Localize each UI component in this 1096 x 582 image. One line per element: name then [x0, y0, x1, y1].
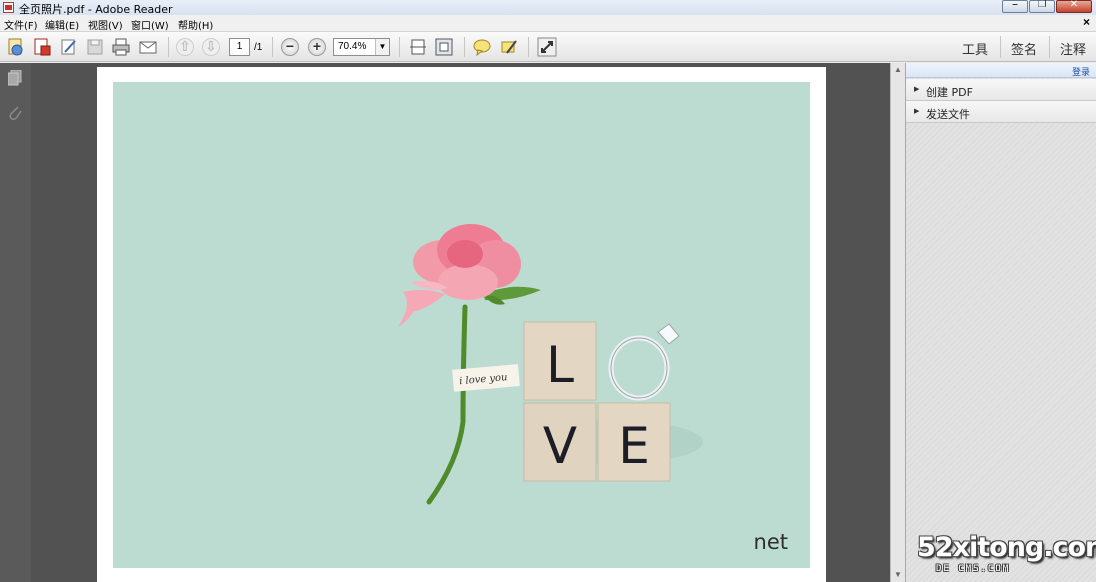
fit-width-button[interactable]	[408, 37, 428, 57]
plus-icon: +	[312, 38, 322, 54]
envelope-icon	[139, 41, 157, 54]
watermark-sub-text: DE CMS.COM	[936, 564, 1011, 574]
toolbar: ⇧ ⇩ 1 /1 − + 70.4% ▼ 工具 签名 注释	[0, 32, 1096, 62]
email-button[interactable]	[138, 37, 158, 57]
full-screen-button[interactable]	[537, 37, 557, 57]
print-button[interactable]	[111, 37, 131, 57]
tile-letter-l: L	[546, 336, 574, 394]
pdf-file-icon	[3, 2, 14, 13]
toolbar-separator	[528, 37, 529, 57]
minimize-button[interactable]: –	[1002, 0, 1028, 13]
sign-link[interactable]: 签名	[1011, 39, 1037, 58]
tile-letter-e: E	[618, 417, 650, 475]
document-viewport[interactable]: i love you L V E net	[31, 63, 890, 582]
edit-icon	[61, 39, 76, 55]
add-comment-button[interactable]	[472, 37, 492, 57]
close-window-button[interactable]: ✕	[1056, 0, 1092, 13]
close-icon: ✕	[1069, 0, 1079, 10]
comment-link[interactable]: 注释	[1060, 39, 1086, 58]
arrow-down-icon: ⇩	[205, 38, 217, 54]
love-photo-art: i love you L V E	[398, 224, 703, 505]
menu-file[interactable]: 文件(F)	[4, 17, 38, 32]
highlighter-icon	[501, 40, 517, 54]
open-file-button[interactable]	[6, 37, 26, 57]
page-number-input[interactable]: 1	[229, 38, 250, 56]
chevron-down-icon[interactable]: ▼	[375, 39, 389, 55]
previous-page-button[interactable]: ⇧	[176, 38, 194, 56]
triangle-right-icon: ▶	[914, 108, 920, 115]
minimize-icon: –	[1012, 0, 1018, 10]
page-thumbnails-button[interactable]	[7, 69, 22, 86]
pages-icon	[7, 69, 22, 86]
toolbar-separator	[1049, 36, 1050, 58]
toolbar-separator	[399, 37, 400, 57]
page-total: /1	[254, 42, 263, 53]
zoom-out-button[interactable]: −	[281, 38, 299, 56]
tools-link[interactable]: 工具	[962, 39, 988, 58]
expand-icon	[537, 37, 557, 57]
menu-help[interactable]: 帮助(H)	[178, 17, 213, 32]
close-document-button[interactable]: ×	[1083, 15, 1090, 29]
save-icon	[87, 39, 103, 55]
navigation-pane	[0, 63, 31, 582]
next-page-button[interactable]: ⇩	[202, 38, 220, 56]
attachments-button[interactable]	[8, 105, 22, 121]
window-controls: – ❐ ✕	[1001, 0, 1092, 13]
fit-width-icon	[410, 39, 426, 55]
toolbar-separator	[272, 37, 273, 57]
watermark-main-text: 52xitong.com	[917, 532, 1096, 563]
menu-view[interactable]: 视图(V)	[88, 17, 123, 32]
create-pdf-button[interactable]	[32, 37, 52, 57]
restore-button[interactable]: ❐	[1029, 0, 1055, 13]
site-watermark: 52xitong.com DE CMS.COM	[914, 528, 1096, 580]
love-photo: i love you L V E net	[113, 82, 810, 568]
send-file-section[interactable]: ▶ 发送文件	[906, 101, 1096, 123]
menu-edit[interactable]: 编辑(E)	[45, 17, 79, 32]
toolbar-separator	[464, 37, 465, 57]
arrow-up-icon: ⇧	[179, 38, 191, 54]
toolbar-separator	[168, 37, 169, 57]
create-pdf-section[interactable]: ▶ 创建 PDF	[906, 79, 1096, 101]
tools-panel: 登录 ▶ 创建 PDF ▶ 发送文件	[905, 63, 1096, 582]
edit-button[interactable]	[59, 37, 79, 57]
menu-bar: 文件(F) 编辑(E) 视图(V) 窗口(W) 帮助(H) ×	[0, 15, 1096, 32]
scroll-up-arrow-icon[interactable]: ▲	[891, 63, 905, 77]
zoom-select[interactable]: 70.4% ▼	[333, 38, 390, 56]
triangle-right-icon: ▶	[914, 86, 920, 93]
highlight-button[interactable]	[499, 37, 519, 57]
fit-page-button[interactable]	[434, 37, 454, 57]
menu-window[interactable]: 窗口(W)	[131, 17, 169, 32]
zoom-in-button[interactable]: +	[308, 38, 326, 56]
vertical-scrollbar[interactable]: ▲ ▼	[890, 63, 905, 582]
toolbar-separator	[1000, 36, 1001, 58]
printer-icon	[112, 38, 130, 56]
save-button[interactable]	[85, 37, 105, 57]
photo-caption: net	[753, 530, 788, 554]
login-link[interactable]: 登录	[1072, 65, 1090, 78]
zoom-value: 70.4%	[338, 41, 367, 52]
title-bar: 全页照片.pdf - Adobe Reader – ❐ ✕	[0, 0, 1096, 16]
restore-icon: ❐	[1037, 0, 1047, 10]
send-file-label: 发送文件	[926, 108, 970, 121]
pdf-page: i love you L V E net	[97, 67, 826, 582]
create-pdf-icon	[34, 38, 51, 56]
comment-bubble-icon	[473, 39, 491, 57]
create-pdf-label: 创建 PDF	[926, 86, 973, 99]
minus-icon: −	[285, 38, 295, 54]
panel-header: 登录	[906, 63, 1096, 78]
open-icon	[8, 38, 23, 56]
paperclip-icon	[9, 106, 22, 120]
scroll-down-arrow-icon[interactable]: ▼	[891, 568, 905, 582]
tile-letter-v: V	[543, 417, 577, 475]
fit-page-icon	[435, 38, 453, 56]
